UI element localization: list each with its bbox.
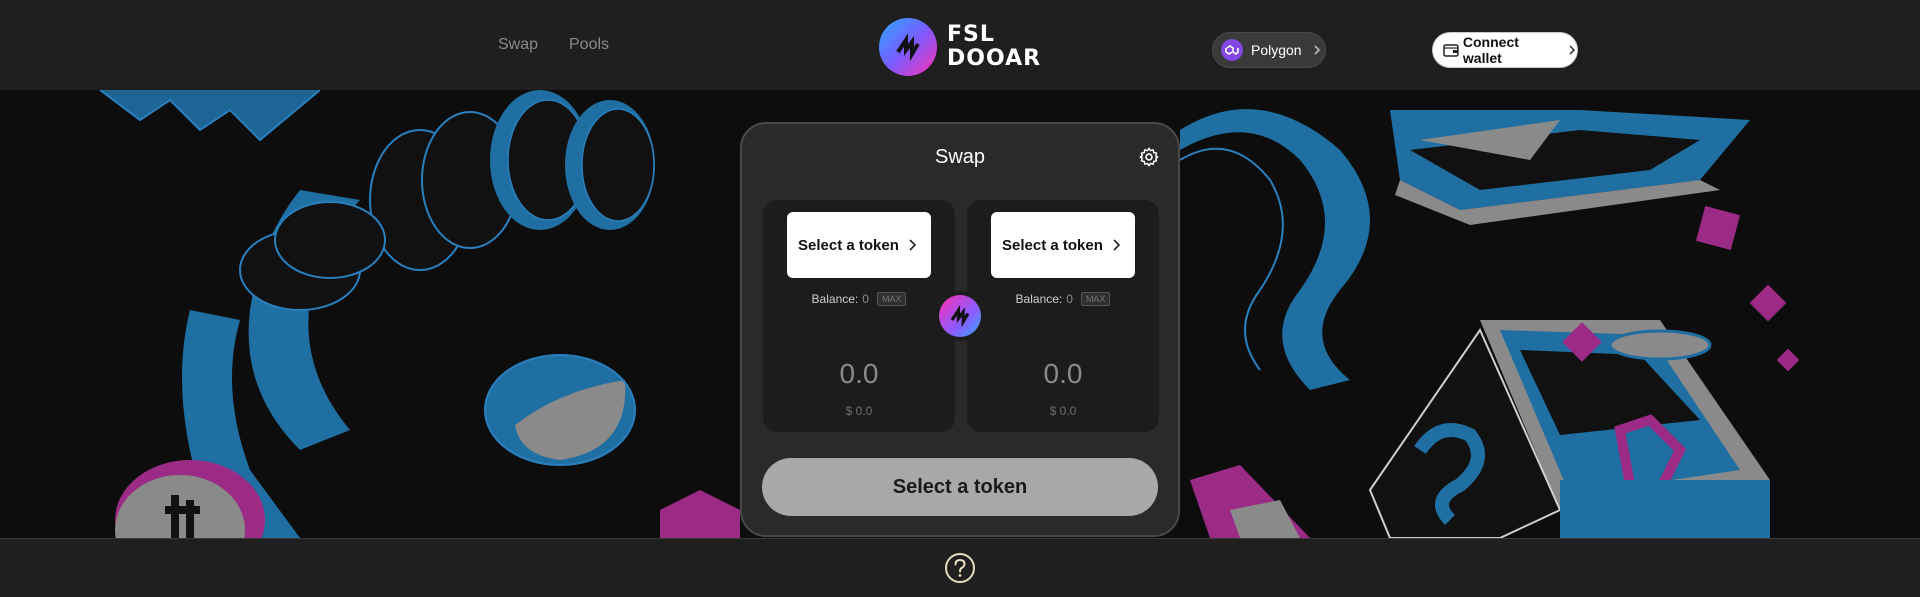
to-usd-value: $ 0.0 [1049,404,1077,418]
select-token-action-button[interactable]: Select a token [762,458,1158,516]
to-token-select-button[interactable]: Select a token [991,212,1135,278]
to-balance-value: 0 [1066,292,1073,306]
chevron-right-icon [1569,45,1576,55]
network-selector-button[interactable]: Polygon [1212,32,1326,68]
network-label: Polygon [1251,42,1302,58]
chevron-right-icon [909,239,917,251]
chevron-right-icon [1113,239,1121,251]
to-balance-label: Balance: [1015,292,1063,306]
to-amount-input[interactable]: 0.0 [967,358,1159,390]
to-max-button[interactable]: MAX [1080,292,1111,306]
swap-card: Swap Select a token Balance: 0 MAX 0.0 $… [740,122,1180,537]
gear-icon[interactable] [1138,146,1160,168]
logo-line-2: DOOAR [947,46,1042,71]
to-token-panel: Select a token Balance: 0 MAX 0.0 $ 0.0 [967,200,1159,432]
from-balance-row: Balance: 0 MAX [763,292,955,306]
connect-wallet-label: Connect wallet [1462,34,1519,66]
to-token-select-label: Select a token [1002,236,1103,254]
nav-pools-link[interactable]: Pools [569,36,609,54]
brand-logo[interactable]: FSL DOOAR [879,18,1041,76]
from-max-button[interactable]: MAX [876,292,907,306]
wallet-icon [1443,44,1459,57]
connect-wallet-button[interactable]: Connect wallet [1432,32,1578,68]
from-token-select-label: Select a token [798,236,899,254]
question-circle-icon[interactable] [944,552,976,584]
chevron-right-icon [1314,45,1320,55]
logo-line-1: FSL [947,22,995,47]
top-nav: Swap Pools FSL DOOAR Polygon Connect wal… [0,0,1920,90]
from-balance-label: Balance: [811,292,859,306]
logo-mark-icon [879,18,937,76]
from-balance-value: 0 [862,292,869,306]
footer-bar [0,538,1920,597]
from-token-panel: Select a token Balance: 0 MAX 0.0 $ 0.0 [763,200,955,432]
to-balance-row: Balance: 0 MAX [967,292,1159,306]
logo-wordmark: FSL DOOAR [947,23,1041,71]
from-amount-input[interactable]: 0.0 [763,358,955,390]
nav-swap-link[interactable]: Swap [498,36,538,54]
swap-direction-button[interactable] [935,291,985,341]
swap-title: Swap [934,146,986,168]
swap-arrows-icon [939,295,981,337]
from-usd-value: $ 0.0 [845,404,873,418]
from-token-select-button[interactable]: Select a token [787,212,931,278]
polygon-icon [1221,39,1243,61]
